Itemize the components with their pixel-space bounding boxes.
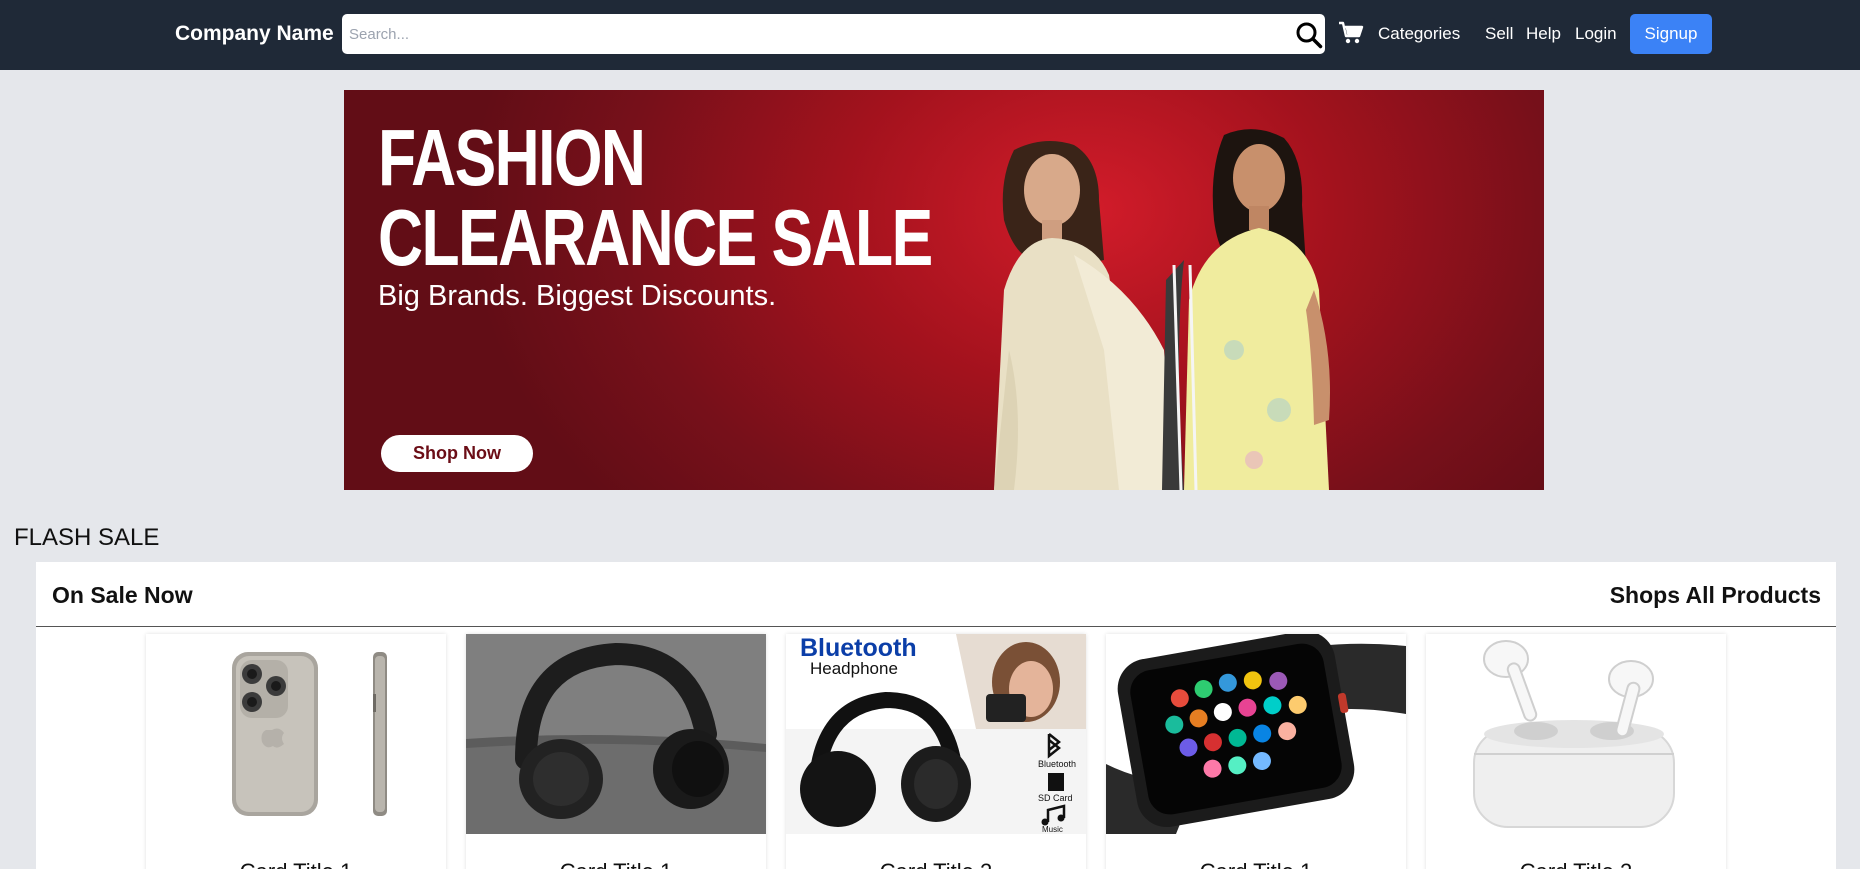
headphone-image <box>466 634 766 834</box>
cart-icon[interactable] <box>1338 21 1364 45</box>
sale-panel-title: On Sale Now <box>52 582 193 608</box>
search-bar <box>342 14 1325 54</box>
svg-text:Headphone: Headphone <box>810 659 898 678</box>
svg-text:Bluetooth: Bluetooth <box>800 634 917 662</box>
nav-login-link[interactable]: Login <box>1575 24 1617 44</box>
bluetooth-headphone-ad-image: Bluetooth Headphone Bluetooth SD Card Mu… <box>786 634 1086 834</box>
signup-button[interactable]: Signup <box>1630 14 1712 54</box>
smartwatch-image <box>1106 634 1406 834</box>
hero-headline-line2: CLEARANCE SALE <box>378 193 933 282</box>
phone-image <box>146 634 446 834</box>
nav-categories-link[interactable]: Categories <box>1378 24 1460 44</box>
nav-sell-link[interactable]: Sell <box>1485 24 1513 44</box>
product-card[interactable]: Card Title 1 <box>146 634 446 869</box>
search-input[interactable] <box>342 14 1282 54</box>
hero-headline-line1: FASHION <box>378 113 646 202</box>
svg-text:Music: Music <box>1042 825 1063 834</box>
search-icon[interactable] <box>1295 21 1323 49</box>
shop-all-products-link[interactable]: Shops All Products <box>1610 582 1821 609</box>
card-title: Card Title 1 <box>146 859 446 869</box>
svg-text:Bluetooth: Bluetooth <box>1038 759 1076 769</box>
flash-sale-label: FLASH SALE <box>14 524 160 551</box>
svg-text:SD Card: SD Card <box>1038 793 1073 803</box>
earbuds-image <box>1426 634 1726 834</box>
card-title: Card Title 1 <box>466 859 766 869</box>
hero-subheadline: Big Brands. Biggest Discounts. <box>378 280 777 312</box>
brand-name[interactable]: Company Name <box>175 22 334 46</box>
hero-headline: FASHION CLEARANCE SALE <box>378 113 933 282</box>
navbar: Company Name Categories Sell Help Login … <box>0 0 1860 70</box>
shop-now-button[interactable]: Shop Now <box>381 435 533 472</box>
product-card[interactable]: Card Title 2 <box>1426 634 1726 869</box>
product-card[interactable]: Bluetooth Headphone Bluetooth SD Card Mu… <box>786 634 1086 869</box>
fashion-models-image <box>994 129 1330 490</box>
hero-banner[interactable]: FASHION CLEARANCE SALE Big Brands. Bigge… <box>344 90 1544 490</box>
sale-divider <box>36 626 1836 627</box>
card-title: Card Title 1 <box>1106 859 1406 869</box>
nav-help-link[interactable]: Help <box>1526 24 1561 44</box>
card-title: Card Title 2 <box>1426 859 1726 869</box>
product-card[interactable]: Card Title 1 <box>466 634 766 869</box>
sale-panel: On Sale Now Shops All Products Card Titl… <box>36 562 1836 869</box>
product-card[interactable]: Card Title 1 <box>1106 634 1406 869</box>
card-title: Card Title 2 <box>786 859 1086 869</box>
